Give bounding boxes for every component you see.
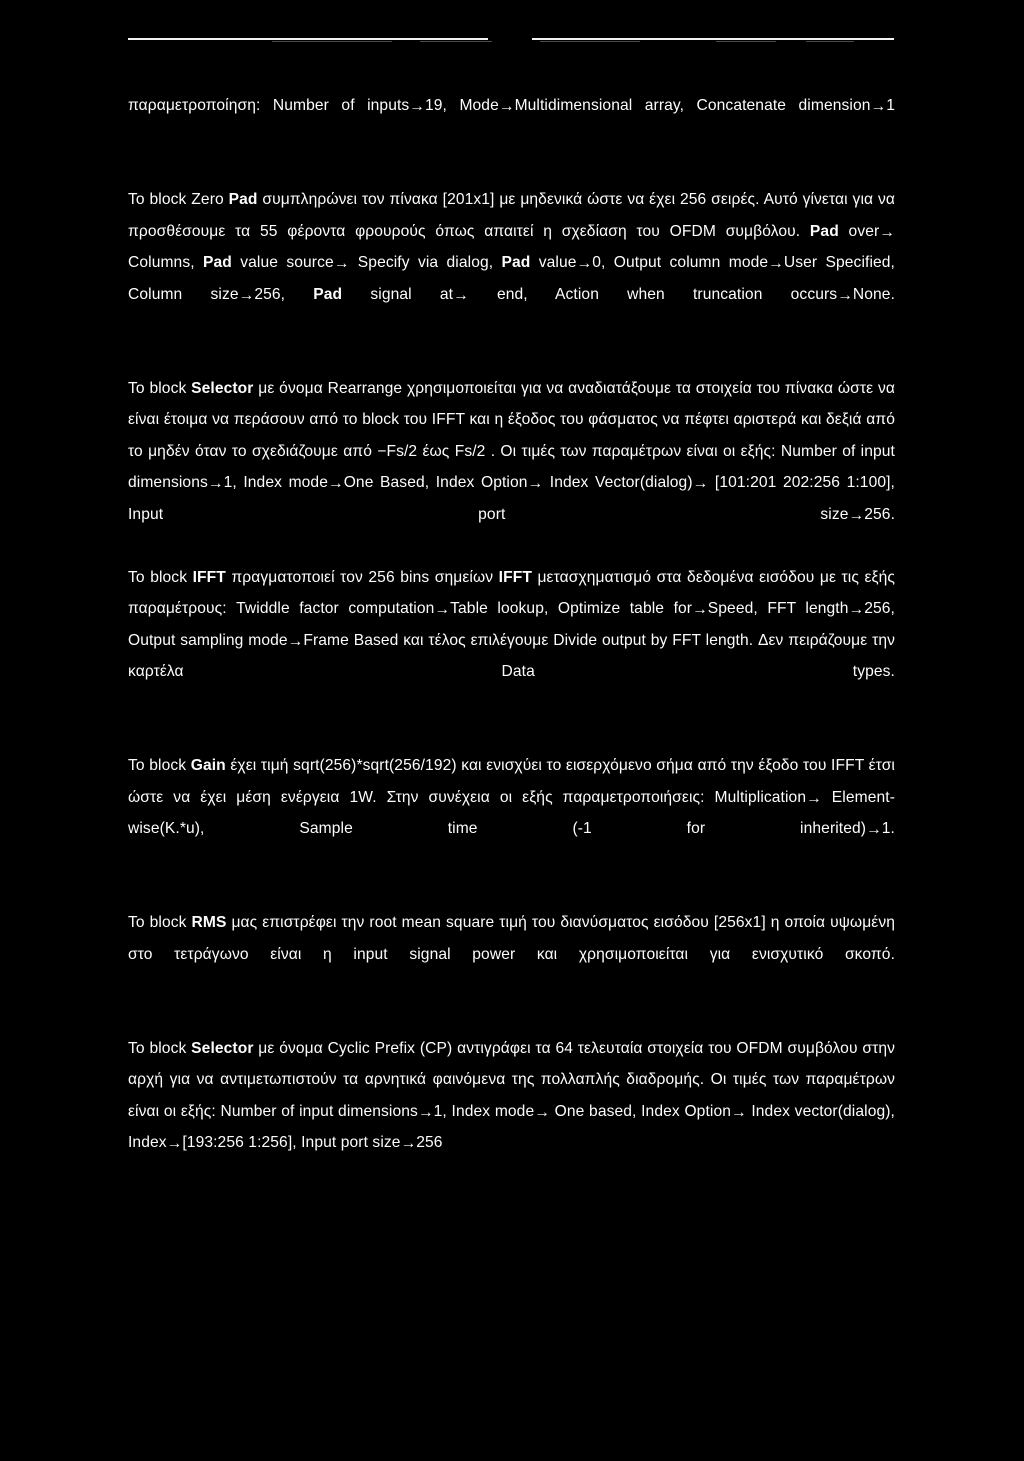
document-body: παραμετροποίηση: Number of inputs→19, Mo…	[128, 90, 895, 1159]
paragraph-concatenate-params: παραμετροποίηση: Number of inputs→19, Mo…	[128, 97, 895, 115]
paragraph-ifft: Το block IFFT πραγματοποιεί τον 256 bins…	[128, 568, 896, 681]
page-header-rules	[0, 36, 1024, 48]
scan-artifact	[806, 41, 854, 42]
scan-artifact	[420, 41, 492, 42]
document-page: παραμετροποίηση: Number of inputs→19, Mo…	[0, 0, 1024, 1461]
header-rule-left	[128, 38, 488, 40]
paragraph-zero-pad: Το block Zero Pad συμπληρώνει τον πίνακα…	[128, 191, 896, 304]
paragraph-selector-cyclic-prefix: Το block Selector με όνομα Cyclic Prefix…	[128, 1039, 896, 1153]
scan-artifact	[272, 41, 392, 42]
paragraph-selector-rearrange: Το block Selector με όνομα Rearrange χρη…	[128, 379, 896, 524]
scan-artifact	[716, 41, 776, 42]
header-rule-right	[532, 38, 894, 40]
paragraph-rms: Το block RMS μας επιστρέφει την root mea…	[128, 914, 895, 963]
paragraph-gain: Το block Gain έχει τιμή sqrt(256)*sqrt(2…	[128, 757, 896, 838]
scan-artifact	[540, 41, 640, 42]
